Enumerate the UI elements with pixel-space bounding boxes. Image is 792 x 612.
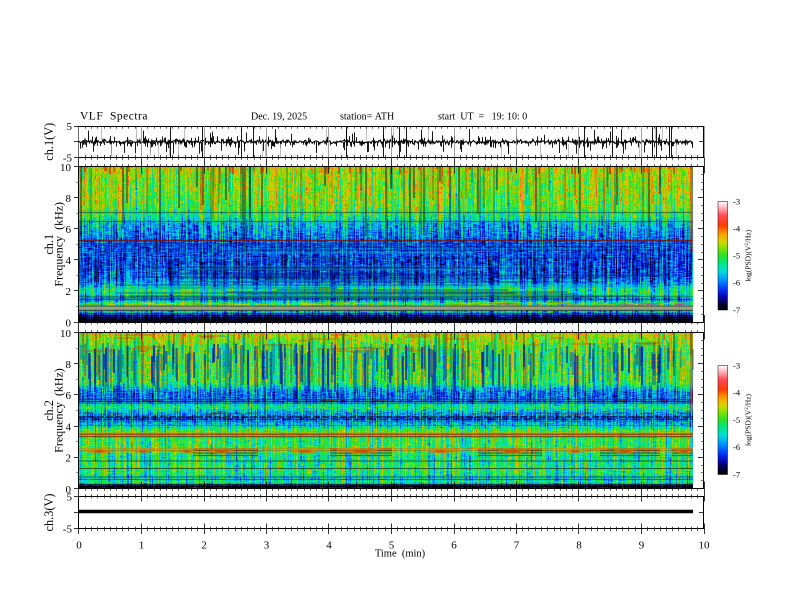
svg-text:Time (min): Time (min)	[375, 549, 426, 560]
svg-text:station= ATH: station= ATH	[340, 112, 394, 123]
svg-text:9: 9	[639, 540, 645, 552]
svg-text:-3: -3	[733, 360, 740, 370]
svg-text:Frequency (kHz): Frequency (kHz)	[52, 202, 66, 287]
svg-text:2: 2	[201, 540, 207, 552]
svg-text:-5: -5	[63, 523, 73, 535]
svg-text:-5: -5	[733, 251, 740, 261]
svg-text:8: 8	[576, 540, 582, 552]
svg-text:4: 4	[326, 540, 332, 552]
svg-text:5: 5	[67, 121, 73, 133]
svg-text:8: 8	[66, 359, 72, 371]
svg-text:ch.1(V): ch.1(V)	[42, 123, 56, 161]
svg-text:-7: -7	[733, 469, 740, 479]
svg-text:6: 6	[66, 390, 72, 402]
svg-text:log(PSD)(V2/Hz): log(PSD)(V2/Hz)	[744, 229, 753, 282]
svg-text:10: 10	[60, 328, 72, 340]
svg-text:7: 7	[514, 540, 520, 552]
svg-text:log(PSD)(V2/Hz): log(PSD)(V2/Hz)	[744, 393, 753, 446]
svg-text:-3: -3	[733, 196, 740, 206]
svg-text:4: 4	[66, 421, 72, 433]
svg-text:-5: -5	[733, 415, 740, 425]
svg-text:10: 10	[60, 162, 72, 174]
svg-text:0: 0	[76, 540, 82, 552]
svg-text:start UT = 19: 10: 0: start UT = 19: 10: 0	[438, 112, 527, 123]
svg-text:1: 1	[139, 540, 145, 552]
svg-text:6: 6	[451, 540, 457, 552]
svg-text:3: 3	[264, 540, 270, 552]
svg-text:-7: -7	[733, 305, 740, 315]
svg-text:-4: -4	[733, 388, 741, 398]
svg-text:ch.3(V): ch.3(V)	[42, 494, 56, 532]
svg-text:Frequency (kHz): Frequency (kHz)	[52, 368, 66, 453]
svg-text:VLF Spectra: VLF Spectra	[80, 111, 148, 123]
svg-text:8: 8	[66, 193, 72, 205]
svg-text:10: 10	[699, 540, 711, 552]
svg-text:-4: -4	[733, 223, 741, 233]
svg-text:Dec. 19, 2025: Dec. 19, 2025	[251, 112, 307, 123]
svg-text:2: 2	[66, 453, 72, 465]
svg-text:2: 2	[66, 286, 72, 298]
svg-text:5: 5	[67, 491, 73, 503]
svg-text:-6: -6	[733, 278, 740, 288]
svg-text:6: 6	[66, 224, 72, 236]
svg-text:4: 4	[66, 255, 72, 267]
svg-text:-6: -6	[733, 442, 740, 452]
